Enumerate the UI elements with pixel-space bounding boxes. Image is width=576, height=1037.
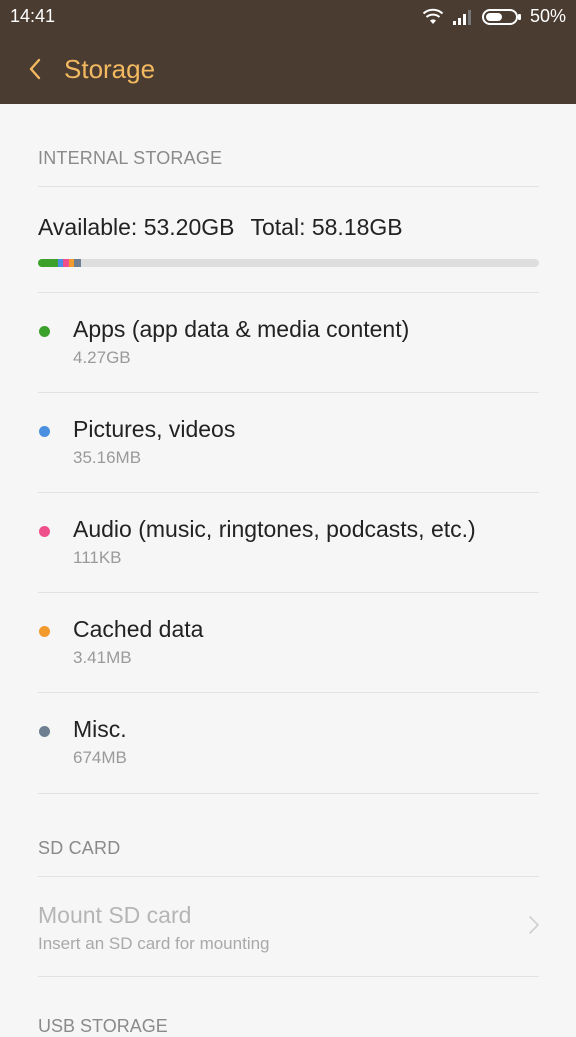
misc-color-dot	[39, 726, 50, 737]
item-label: Audio (music, ringtones, podcasts, etc.)	[73, 516, 476, 542]
divider	[38, 976, 539, 977]
item-value: 674MB	[73, 748, 127, 767]
storage-item-misc[interactable]: Misc. 674MB	[0, 692, 576, 792]
section-internal-storage: INTERNAL STORAGE	[38, 148, 223, 168]
item-value: 4.27GB	[73, 348, 131, 367]
status-icons: 50%	[422, 6, 566, 27]
available-text: Available: 53.20GB	[38, 214, 235, 240]
divider	[38, 793, 539, 794]
divider	[38, 186, 539, 187]
section-usb-storage: USB STORAGE	[38, 1016, 168, 1036]
usage-segment-apps	[38, 259, 59, 267]
pictures-color-dot	[39, 426, 50, 437]
storage-item-apps[interactable]: Apps (app data & media content) 4.27GB	[0, 292, 576, 392]
status-time: 14:41	[10, 6, 56, 26]
item-value: 3.41MB	[73, 648, 132, 667]
divider	[38, 876, 539, 877]
storage-usage-bar	[38, 259, 539, 267]
item-value: 35.16MB	[73, 448, 142, 467]
mount-sd-title: Mount SD card	[38, 902, 192, 928]
back-button[interactable]	[22, 54, 50, 84]
status-bar: 14:41 50%	[0, 0, 576, 34]
mount-sd-card-item[interactable]: Mount SD card Insert an SD card for moun…	[0, 878, 576, 978]
item-label: Misc.	[73, 716, 127, 742]
item-value: 111KB	[73, 548, 122, 567]
audio-color-dot	[39, 526, 50, 537]
apps-color-dot	[39, 326, 50, 337]
total-text: Total: 58.18GB	[250, 214, 403, 240]
storage-item-pictures[interactable]: Pictures, videos 35.16MB	[0, 392, 576, 492]
storage-item-audio[interactable]: Audio (music, ringtones, podcasts, etc.)…	[0, 492, 576, 592]
section-sd-card: SD CARD	[38, 838, 121, 858]
chevron-right-icon	[529, 916, 539, 934]
page-title: Storage	[64, 54, 156, 84]
item-label: Apps (app data & media content)	[73, 316, 410, 342]
item-label: Cached data	[73, 616, 204, 642]
mount-sd-subtitle: Insert an SD card for mounting	[38, 934, 270, 953]
storage-summary: Available: 53.20GB Total: 58.18GB	[38, 214, 413, 241]
wifi-icon	[422, 8, 444, 26]
app-bar: Storage	[0, 34, 576, 104]
chevron-left-icon	[29, 58, 41, 80]
signal-icon	[452, 8, 474, 26]
item-label: Pictures, videos	[73, 416, 236, 442]
battery-icon	[481, 8, 522, 26]
battery-percent: 50%	[529, 6, 566, 26]
cached-color-dot	[39, 626, 50, 637]
usage-segment-misc	[73, 259, 81, 267]
storage-item-cached[interactable]: Cached data 3.41MB	[0, 592, 576, 692]
